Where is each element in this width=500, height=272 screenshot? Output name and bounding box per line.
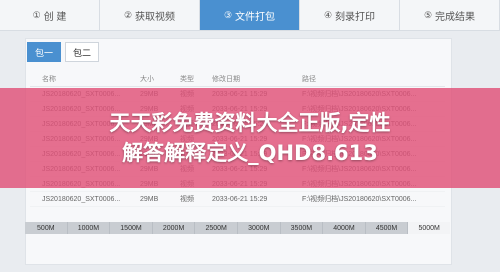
col-path[interactable]: 路径 [302,74,445,84]
scale-tick: 2000M [153,222,196,234]
package-tab-1[interactable]: 包一 [27,42,61,62]
step-label: 完成结果 [435,11,476,23]
scale-tick: 4500M [366,222,409,234]
promo-overlay-banner: 天天彩免费资料大全正版,定性 解答解释定义_QHD8.613 [0,88,500,188]
wizard-step-done[interactable]: ⑤ 完成结果 [400,0,500,30]
scale-tick: 5000M [408,222,450,234]
col-size[interactable]: 大小 [140,74,180,84]
package-tab-2[interactable]: 包二 [65,42,99,62]
scale-tick: 1500M [110,222,153,234]
wizard-step-pack-files[interactable]: ③ 文件打包 [200,0,300,30]
cell-date: 2033-06-21 15:29 [212,195,268,203]
table-row[interactable]: JS20180620_SXT0006... 29MB 视频 2033-06-21 15… [30,192,445,207]
overlay-title-line2: 解答解释定义_QHD8.613 [122,141,378,165]
step-number: ③ [223,9,233,20]
package-tabs: 包一 包二 [27,42,99,62]
col-name[interactable]: 名称 [30,74,140,84]
wizard-step-burn-print[interactable]: ④ 刻录打印 [300,0,400,30]
scale-tick: 2500M [195,222,238,234]
wizard-step-get-video[interactable]: ② 获取视频 [100,0,200,30]
step-number: ⑤ [423,9,433,20]
cell-name: JS20180620_SXT0006... [42,195,121,203]
cell-type: 视频 [180,196,194,203]
col-type[interactable]: 类型 [180,74,212,84]
step-number: ① [32,9,41,20]
scale-tick: 3000M [238,222,281,234]
step-label: 创 建 [43,11,67,23]
wizard-steps: ①创 建 ② 获取视频 ③ 文件打包 ④ 刻录打印 ⑤ 完成结果 [0,0,500,31]
step-number: ④ [323,9,333,20]
step-label: 获取视频 [135,11,176,23]
overlay-title-line1: 天天彩免费资料大全正版,定性 [109,111,391,135]
cell-path: F:\视频归档\JS20180620\SXT0006... [302,196,417,203]
scale-tick: 1000M [68,222,111,234]
scale-tick: 4000M [323,222,366,234]
col-date[interactable]: 修改日期 [212,74,302,84]
wizard-step-create[interactable]: ①创 建 [0,0,100,30]
cell-size: 29MB [140,195,159,203]
scale-tick: 500M [25,222,68,234]
table-header: 名称 大小 类型 修改日期 路径 [30,72,445,87]
step-label: 文件打包 [235,11,276,23]
step-number: ② [123,9,133,20]
step-label: 刻录打印 [335,11,376,23]
capacity-scale: 500M 1000M 1500M 2000M 2500M 3000M 3500M… [25,222,450,234]
scale-tick: 3500M [281,222,324,234]
